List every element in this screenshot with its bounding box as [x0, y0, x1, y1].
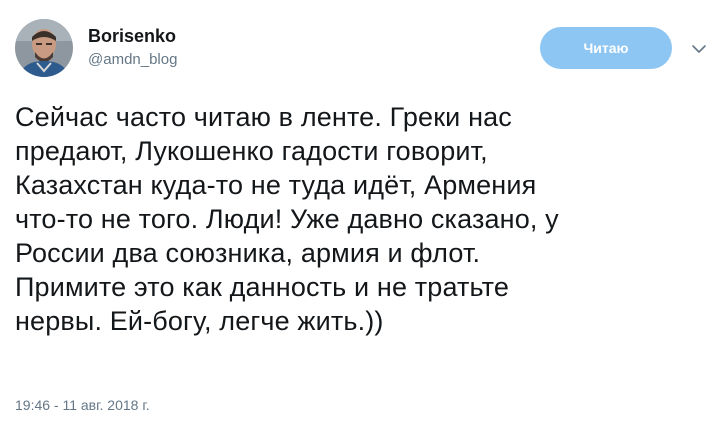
- avatar[interactable]: [15, 19, 73, 77]
- tweet-header: Borisenko @amdn_blog Читаю: [15, 14, 708, 82]
- author-screen-name[interactable]: @amdn_blog: [88, 50, 177, 70]
- user-avatar-icon: [15, 19, 73, 77]
- tweet-menu-button[interactable]: [690, 40, 708, 58]
- author-names: Borisenko @amdn_blog: [88, 25, 177, 70]
- tweet-card: Borisenko @amdn_blog Читаю Сейчас часто …: [0, 0, 714, 425]
- author-display-name[interactable]: Borisenko: [88, 25, 177, 47]
- tweet-timestamp[interactable]: 19:46 - 11 авг. 2018 г.: [15, 396, 150, 414]
- tweet-text: Сейчас часто читаю в ленте. Греки нас пр…: [15, 102, 559, 336]
- following-button[interactable]: Читаю: [540, 27, 672, 69]
- chevron-down-icon: [692, 45, 706, 53]
